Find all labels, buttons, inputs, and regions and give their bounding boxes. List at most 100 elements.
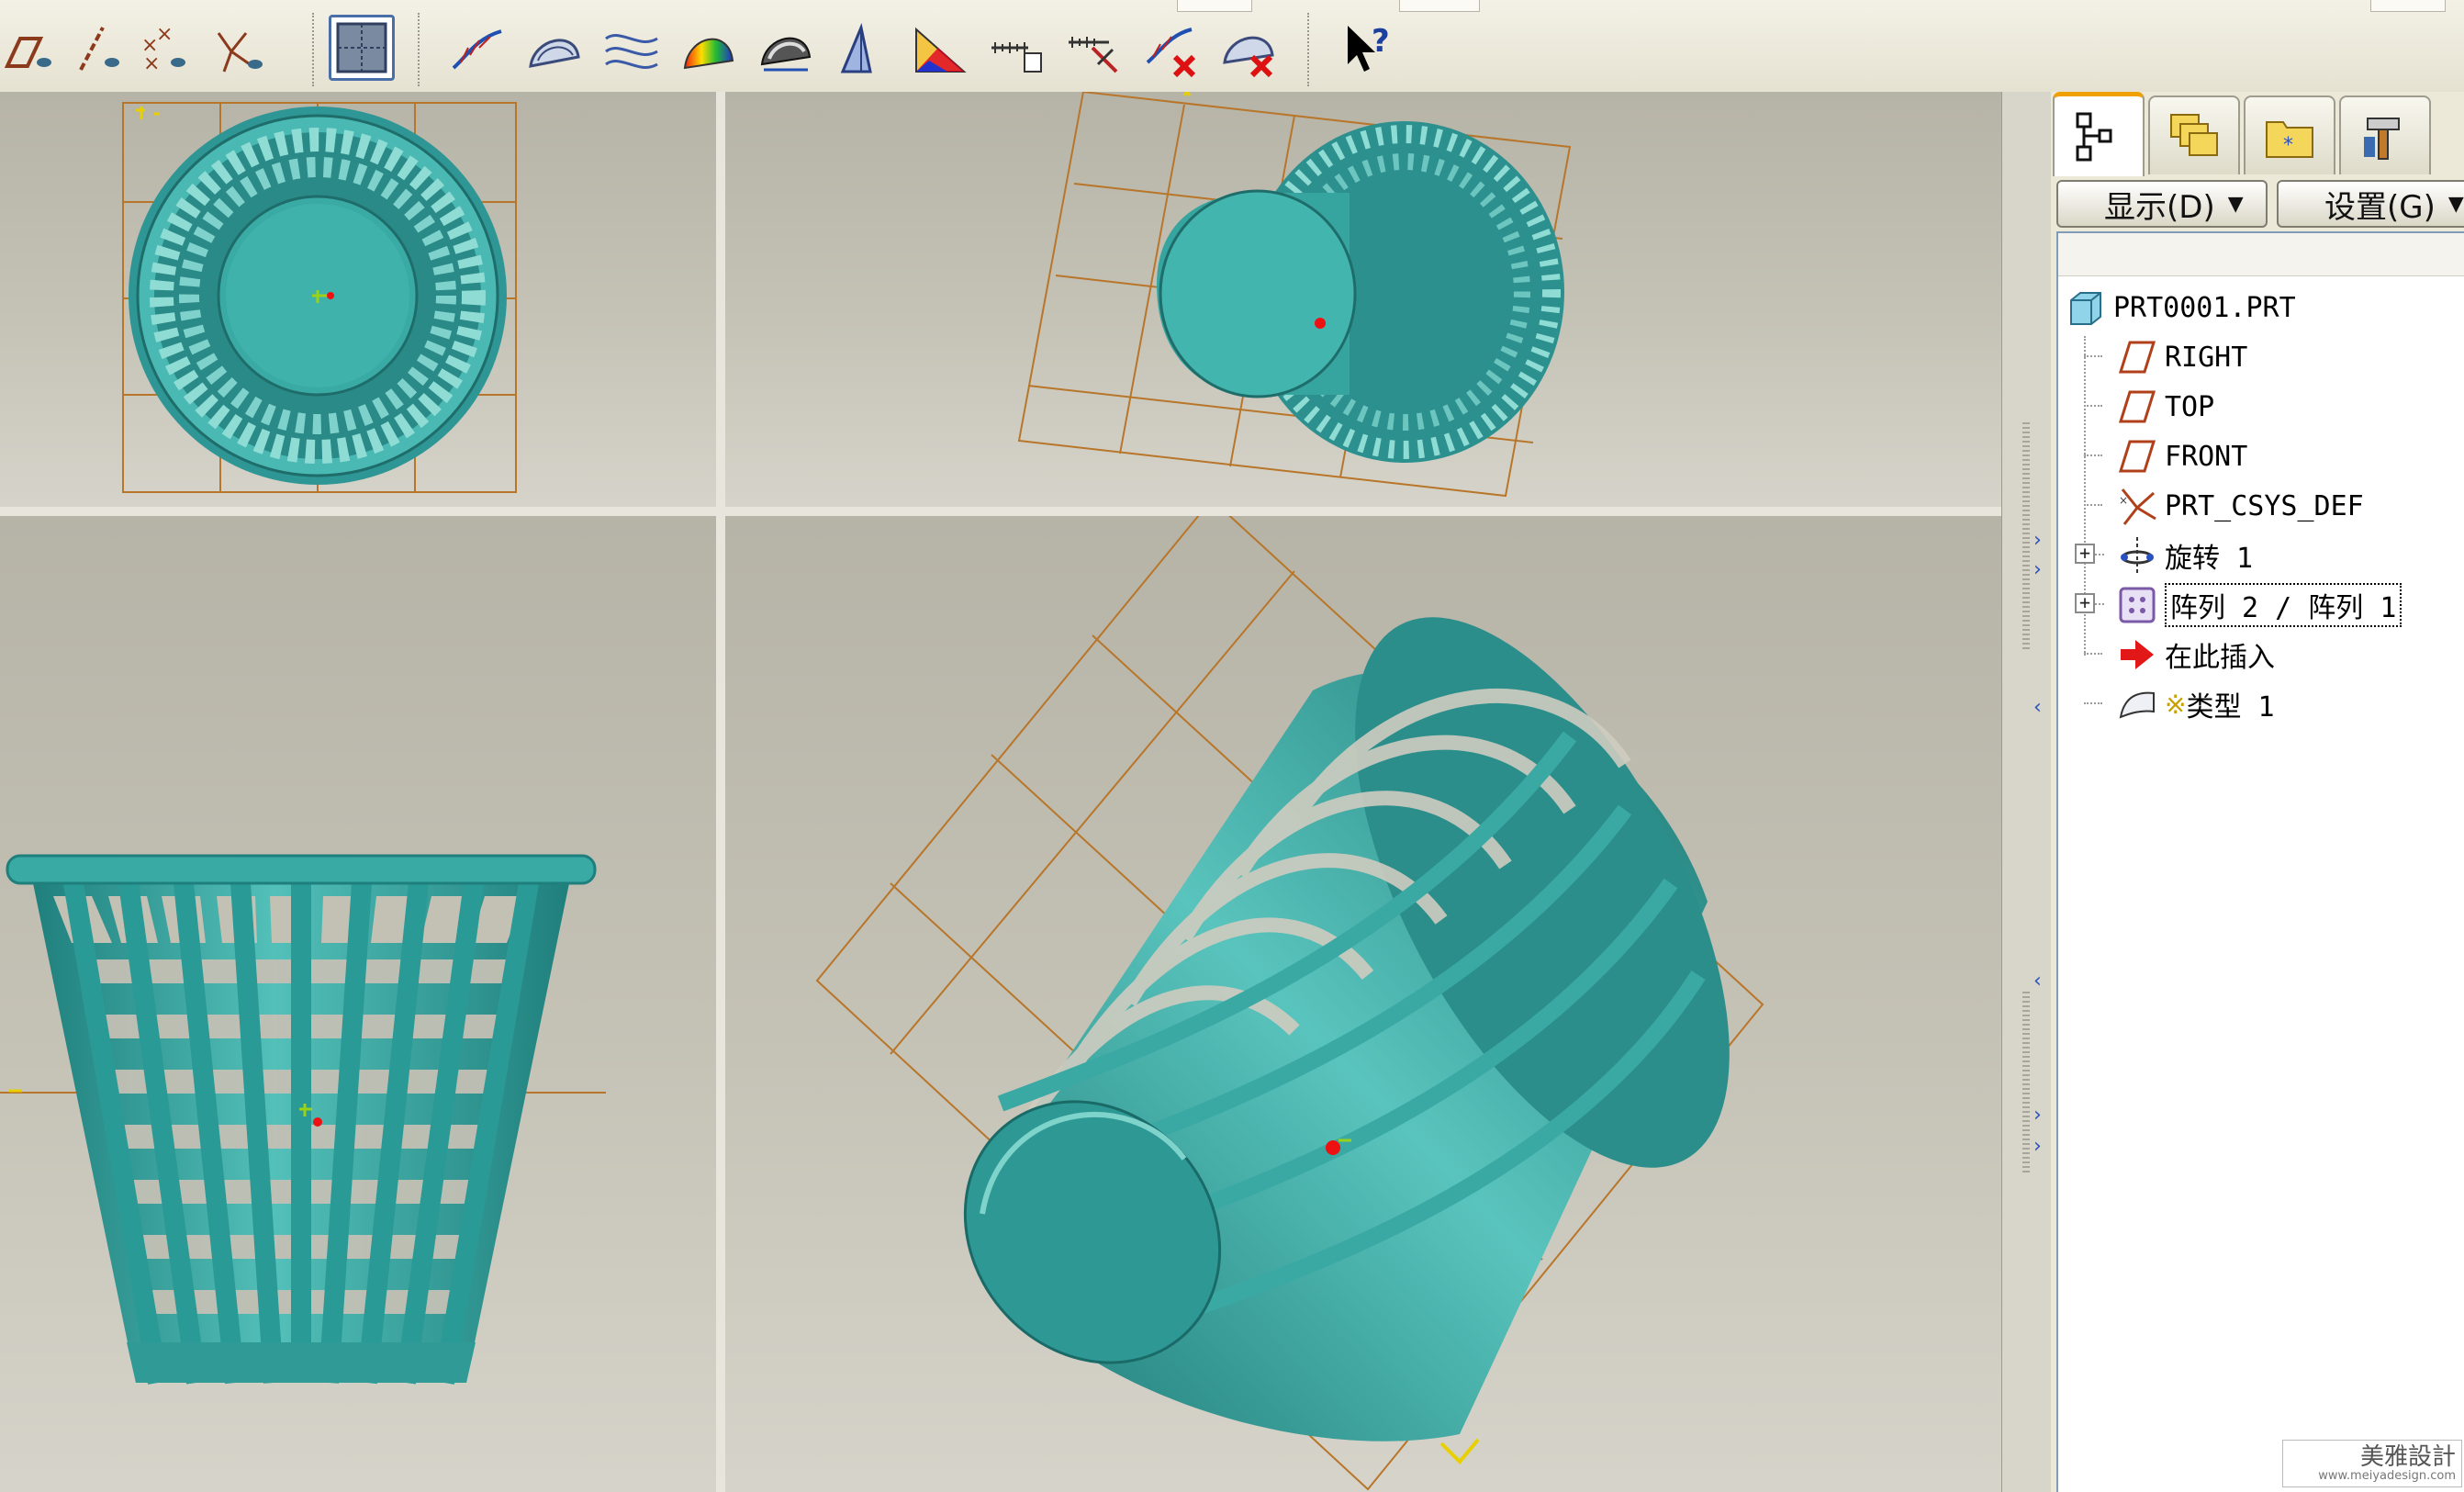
insert-here-arrow-icon xyxy=(2121,640,2154,669)
tree-item-label: RIGHT xyxy=(2165,341,2248,374)
viewport-front-view[interactable] xyxy=(0,516,716,1492)
svg-text:?: ? xyxy=(1372,23,1390,60)
model-tree-icon xyxy=(2076,112,2112,161)
draft-analysis-icon[interactable] xyxy=(753,17,819,83)
tree-item-prefix: ※ xyxy=(2165,689,2187,720)
watermark: 美雅設計 www.meiyadesign.com xyxy=(2282,1440,2462,1487)
tree-line xyxy=(2084,504,2102,506)
section-analysis-icon[interactable] xyxy=(830,17,896,83)
collapse-right-icon[interactable]: › xyxy=(2033,1105,2050,1126)
tab-tools[interactable] xyxy=(2339,95,2431,174)
tree-item-label: 在此插入 xyxy=(2165,642,2275,674)
watermark-name: 美雅設計 xyxy=(2359,1443,2456,1471)
settings-dropdown-label: 设置(G) xyxy=(2324,188,2436,226)
pattern-icon xyxy=(2119,587,2156,623)
toolbar-separator xyxy=(1307,13,1313,86)
tree-item-front[interactable]: FRONT xyxy=(2117,433,2247,479)
revolve-icon xyxy=(2121,537,2154,574)
shaded-curvature-icon[interactable] xyxy=(676,17,742,83)
tree-item-prt-csys-def[interactable]: × PRT_CSYS_DEF xyxy=(2117,483,2364,529)
tree-item-label: 阵列 2 / 阵列 1 xyxy=(2165,583,2402,627)
coordinate-system-display-icon[interactable] xyxy=(209,17,275,83)
curvature-icon[interactable] xyxy=(599,17,665,83)
toolbar-stub xyxy=(1177,0,1252,12)
tree-item-right[interactable]: RIGHT xyxy=(2117,334,2247,380)
grid-toggle-icon[interactable] xyxy=(329,15,395,81)
tree-line xyxy=(2084,702,2102,704)
datum-point-display-icon[interactable]: × × × xyxy=(134,17,200,83)
hammer-tools-icon xyxy=(2364,118,2400,160)
settings-dropdown[interactable]: 设置(G) ▼ xyxy=(2277,180,2464,228)
graphics-area[interactable] xyxy=(0,92,2001,1492)
datum-plane-icon xyxy=(2118,440,2156,473)
curve-analysis-icon[interactable] xyxy=(444,17,510,83)
svg-text:×: × xyxy=(2119,494,2128,507)
tree-line xyxy=(2084,454,2102,456)
watermark-url: www.meiyadesign.com xyxy=(2318,1469,2456,1483)
surface-feature-icon xyxy=(2119,691,2155,719)
measure-icon[interactable] xyxy=(984,17,1050,83)
toolbar-stub xyxy=(1399,0,1480,12)
delete-curve-analysis-icon[interactable] xyxy=(1138,17,1204,83)
expand-left-icon[interactable]: ‹ xyxy=(2033,698,2050,718)
tree-line xyxy=(2095,554,2104,555)
coordinate-system-icon: × xyxy=(2119,488,2156,525)
panel-splitter[interactable]: › › ‹ ‹ › › xyxy=(2001,92,2053,1492)
toolbar-separator xyxy=(312,13,318,86)
delete-surface-analysis-icon[interactable] xyxy=(1215,17,1282,83)
tab-model-tree[interactable] xyxy=(2053,92,2145,176)
tree-item-top[interactable]: TOP xyxy=(2117,384,2214,430)
tree-header-strip xyxy=(2058,233,2464,276)
tree-item-insert-here[interactable]: 在此插入 xyxy=(2117,632,2275,678)
svg-text:×: × xyxy=(143,52,160,75)
surface-analysis-icon[interactable] xyxy=(521,17,588,83)
tree-root-label: PRT0001.PRT xyxy=(2113,291,2296,324)
dropdown-caret-icon: ▼ xyxy=(2227,192,2244,216)
tree-item-label: 类型 1 xyxy=(2186,691,2275,724)
datum-axis-display-icon[interactable] xyxy=(68,17,134,83)
dropdown-caret-icon: ▼ xyxy=(2447,192,2464,216)
svg-text:×: × xyxy=(156,23,173,46)
slope-analysis-icon[interactable] xyxy=(907,17,973,83)
navigator-panel: * 显示(D) ▼ 设置(G) ▼ PRT0001.PRT RIGHT TOP xyxy=(2051,92,2464,1492)
collapse-right-icon[interactable]: › xyxy=(2033,1137,2050,1157)
tree-item-revolve-1[interactable]: 旋转 1 xyxy=(2117,533,2253,578)
whats-this-help-icon[interactable]: ? xyxy=(1335,17,1401,83)
expand-toggle[interactable]: + xyxy=(2075,544,2095,564)
tree-line xyxy=(2084,355,2102,357)
viewport-divider-horizontal[interactable] xyxy=(0,507,2001,516)
collapse-right-icon[interactable]: › xyxy=(2033,531,2050,551)
tree-item-label: 旋转 1 xyxy=(2165,543,2254,575)
viewport-bottom-iso-view[interactable] xyxy=(725,92,2001,507)
expand-toggle[interactable]: + xyxy=(2075,593,2095,613)
layers-icon xyxy=(2170,114,2218,156)
tree-line xyxy=(2084,653,2102,655)
tree-item-pattern[interactable]: 阵列 2 / 阵列 1 xyxy=(2117,582,2402,628)
deviation-icon[interactable] xyxy=(1061,17,1127,83)
toolbar: × × × ? xyxy=(0,0,2464,93)
splitter-grip[interactable] xyxy=(2022,422,2030,652)
tab-layers[interactable] xyxy=(2148,95,2240,174)
model-tree[interactable]: PRT0001.PRT RIGHT TOP FRONT × PRT_CSYS_D… xyxy=(2056,231,2464,1492)
tree-item-type-1[interactable]: ※ 类型 1 xyxy=(2117,681,2275,727)
tree-item-label: TOP xyxy=(2165,390,2215,423)
datum-plane-display-icon[interactable] xyxy=(0,17,66,83)
display-dropdown[interactable]: 显示(D) ▼ xyxy=(2056,180,2268,228)
viewport-divider-vertical[interactable] xyxy=(716,92,725,1492)
viewport-top-view[interactable] xyxy=(0,92,716,507)
viewport-isometric-view[interactable] xyxy=(725,516,2001,1492)
collapse-right-icon[interactable]: › xyxy=(2033,560,2050,580)
tab-folder-browser[interactable]: * xyxy=(2244,95,2335,174)
tree-line xyxy=(2084,405,2102,407)
splitter-grip[interactable] xyxy=(2022,992,2030,1175)
datum-plane-icon xyxy=(2118,341,2156,374)
tree-item-label: PRT_CSYS_DEF xyxy=(2165,489,2364,522)
tree-item-label: FRONT xyxy=(2165,440,2248,473)
display-dropdown-label: 显示(D) xyxy=(2104,188,2215,226)
part-icon xyxy=(2070,292,2101,325)
expand-left-icon[interactable]: ‹ xyxy=(2033,971,2050,992)
tree-root[interactable]: PRT0001.PRT xyxy=(2066,285,2296,331)
toolbar-stub xyxy=(2370,0,2446,12)
svg-text:*: * xyxy=(2283,134,2293,157)
toolbar-separator xyxy=(418,13,423,86)
